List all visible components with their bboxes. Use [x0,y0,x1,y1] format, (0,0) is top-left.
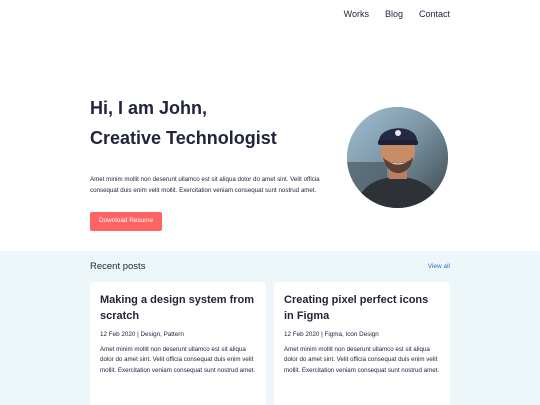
nav-item-works[interactable]: Works [344,9,369,19]
hero-section: Hi, I am John, Creative Technologist Ame… [90,93,330,231]
recent-posts-section: Recent posts View all Making a design sy… [0,251,540,405]
post-excerpt: Amet minim mollit non deserunt ullamco e… [100,346,256,374]
post-card[interactable]: Making a design system from scratch 12 F… [90,282,266,405]
recent-posts-title: Recent posts [90,261,146,272]
post-excerpt: Amet minim mollit non deserunt ullamco e… [284,346,440,374]
hero-title-line1: Hi, I am John, [90,98,208,118]
post-meta: 12 Feb 2020 | Design, Pattern [100,331,184,338]
post-title[interactable]: Creating pixel perfect icons in Figma [284,292,440,324]
avatar [347,107,448,208]
hero-description: Amet minim mollit non deserunt ullamco e… [90,176,320,194]
view-all-link[interactable]: View all [428,263,450,270]
posts-header: Recent posts View all [90,261,450,272]
nav-item-blog[interactable]: Blog [385,9,403,19]
top-nav: Works Blog Contact [344,9,450,19]
hero-title-line2: Creative Technologist [90,128,277,148]
post-meta: 12 Feb 2020 | Figma, Icon Design [284,331,379,338]
profile-photo [347,107,448,208]
nav-item-contact[interactable]: Contact [419,9,450,19]
download-resume-button[interactable]: Download Resume [90,211,162,231]
post-card[interactable]: Creating pixel perfect icons in Figma 12… [274,282,450,405]
hero-title: Hi, I am John, Creative Technologist [90,93,330,153]
post-title[interactable]: Making a design system from scratch [100,292,256,324]
